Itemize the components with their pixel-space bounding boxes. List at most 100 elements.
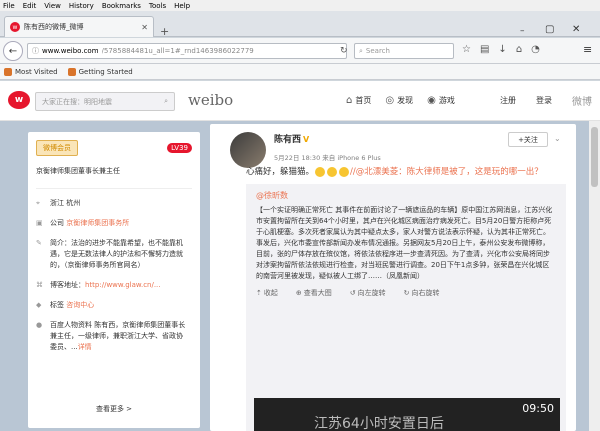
menu-tools[interactable]: Tools [149, 2, 166, 10]
gamepad-icon: ◉ [427, 95, 436, 106]
reload-icon[interactable]: ↻ [340, 46, 348, 56]
collapse-button[interactable]: ⇡ 收起 [256, 288, 278, 298]
weibo-header: w 大家正在搜：明阳地震 ⌕ weibo ⌂ 首页 ◎ 发现 ◉ 游戏 注册 登录 微… [0, 81, 600, 121]
repost-author[interactable]: @徐昕数 [256, 190, 556, 201]
menu-help[interactable]: Help [174, 2, 190, 10]
nav-home[interactable]: ⌂ 首页 [346, 95, 371, 106]
menu-view[interactable]: View [44, 2, 61, 10]
company-row: ▣ 公司 京衡律师集团事务所 [36, 219, 130, 227]
menu-edit[interactable]: Edit [23, 2, 37, 10]
pocket-icon[interactable]: ◔ [531, 44, 540, 55]
menu-history[interactable]: History [69, 2, 94, 10]
level-badge[interactable]: LV39 [167, 143, 192, 153]
rotate-left-button[interactable]: ↺ 向左旋转 [350, 288, 386, 298]
weibo-nav: ⌂ 首页 ◎ 发现 ◉ 游戏 [346, 95, 455, 106]
follow-button[interactable]: +关注 [508, 132, 548, 147]
menu-file[interactable]: File [3, 2, 15, 10]
company-link[interactable]: 京衡律师集团事务所 [66, 219, 129, 227]
blog-link[interactable]: http://www.glaw.cn/... [85, 281, 161, 289]
login-link[interactable]: 登录 [536, 95, 552, 106]
navigation-bar: ← ⓘ www.weibo.com/5785884481u_all=1#_rnd… [0, 38, 600, 64]
grin-emoji-icon [339, 166, 350, 177]
tab-strip: w 陈有西的微博_微博 ✕ + – ▢ ✕ [0, 11, 600, 38]
repost-box: @徐昕数 【一个实证明确正常死亡 其事件在前面讨论了一辆遮运品的车辆】原中国江苏… [246, 184, 566, 431]
link-icon: ⌘ [36, 281, 43, 289]
vip-button[interactable]: 微博会员 [36, 140, 78, 156]
menu-bookmarks[interactable]: Bookmarks [102, 2, 141, 10]
post-timestamp[interactable]: 5月22日 18:30 来自 iPhone 6 Plus [274, 152, 381, 162]
new-tab-icon[interactable]: + [160, 25, 169, 38]
view-large-button[interactable]: ⊕ 查看大图 [296, 288, 332, 298]
post-text: 心痛好，躲猫猫。//@北漂美菱：陈大律师是被了，这是玩的哪一出？ [246, 166, 543, 177]
weibo-right-text: 微博 [572, 97, 592, 108]
briefcase-icon: ▣ [36, 219, 43, 227]
toolbar-icons: ☆ ▤ ↓ ⌂ ◔ [462, 44, 540, 55]
weibo-wordmark: weibo [188, 91, 234, 109]
close-tab-icon[interactable]: ✕ [141, 23, 148, 32]
phone-caption: 江苏64小时安置日后 [314, 416, 444, 431]
search-placeholder: Search [365, 47, 390, 55]
home-icon[interactable]: ⌂ [516, 44, 522, 55]
verification-text: 京衡律师集团董事长兼主任 [36, 166, 192, 189]
intro-row: ✎ 简介：法治的进步不能靠希望，也不能靠机遇，它是无数法律人的护法和不懈努力造就… [36, 239, 183, 269]
maximize-icon[interactable]: ▢ [545, 24, 554, 35]
info-icon[interactable]: ⓘ [32, 46, 39, 56]
browser-menubar: File Edit View History Bookmarks Tools H… [0, 0, 600, 11]
download-icon[interactable]: ↓ [498, 44, 506, 55]
rotate-right-button[interactable]: ↻ 向右旋转 [404, 288, 440, 298]
close-window-icon[interactable]: ✕ [572, 24, 580, 35]
post-image[interactable]: 09:50 江苏64小时安置日后 [254, 398, 560, 431]
bookmark-most-visited[interactable]: Most Visited [4, 67, 58, 76]
verified-v-icon: V [303, 135, 310, 144]
url-host: www.weibo.com [42, 47, 99, 55]
back-button[interactable]: ← [3, 41, 23, 61]
weibo-search-input[interactable]: 大家正在搜：明阳地震 ⌕ [35, 92, 175, 111]
bookmark-icon [4, 67, 12, 76]
weibo-favicon-icon: w [10, 22, 20, 32]
person-icon: ● [36, 321, 43, 329]
rotate-right-icon: ↻ [403, 289, 410, 297]
see-more-link[interactable]: 查看更多 > [28, 404, 200, 414]
browser-tab[interactable]: w 陈有西的微博_微博 ✕ [4, 16, 154, 37]
grin-emoji-icon [327, 166, 338, 177]
rotate-left-icon: ↺ [349, 289, 356, 297]
page-scrollbar[interactable] [589, 121, 600, 431]
search-icon: ⌕ [359, 46, 363, 55]
minimize-icon[interactable]: – [520, 26, 525, 36]
firefox-icon [67, 67, 76, 76]
tab-title: 陈有西的微博_微博 [24, 23, 84, 31]
post-author[interactable]: 陈有西 V [274, 132, 309, 145]
url-bar[interactable]: ⓘ www.weibo.com/5785884481u_all=1#_rnd14… [27, 43, 347, 59]
repost-text: 【一个实证明确正常死亡 其事件在前面讨论了一辆遮运品的车辆】原中国江苏网消息，江… [256, 206, 553, 280]
tag-icon: ◆ [36, 301, 42, 309]
nav-discover[interactable]: ◎ 发现 [385, 95, 413, 106]
hamburger-menu-icon[interactable]: ≡ [583, 43, 592, 56]
details-link[interactable]: 详情 [78, 343, 92, 351]
library-icon[interactable]: ▤ [480, 44, 489, 55]
url-path: /5785884481u_all=1#_rnd1463986022779 [101, 47, 254, 55]
tag-row: ◆ 标签 咨询中心 [36, 301, 95, 309]
register-link[interactable]: 注册 [500, 95, 516, 106]
weibo-search-placeholder: 大家正在搜：明阳地震 [42, 97, 112, 106]
location-pin-icon: ⌖ [36, 199, 40, 207]
blog-row: ⌘ 博客地址：http://www.glaw.cn/... [36, 281, 161, 289]
phone-clock: 09:50 [522, 402, 554, 415]
search-icon[interactable]: ⌕ [164, 97, 168, 106]
home-icon: ⌂ [346, 95, 353, 106]
browser-search-input[interactable]: ⌕ Search [354, 43, 454, 59]
star-icon[interactable]: ☆ [462, 44, 471, 55]
bookmark-getting-started[interactable]: Getting Started [67, 67, 133, 76]
avatar[interactable] [230, 132, 266, 168]
scrollbar-thumb[interactable] [591, 127, 598, 187]
location-row: ⌖ 浙江 杭州 [36, 199, 81, 207]
mention-link[interactable]: //@北漂美菱：陈大律师是被了，这是玩的哪一出？ [350, 167, 543, 177]
weibo-post: 陈有西 V +关注 ⌄ 5月22日 18:30 来自 iPhone 6 Plus … [210, 124, 576, 431]
image-actions: ⇡ 收起 ⊕ 查看大图 ↺ 向左旋转 ↻ 向右旋转 [256, 288, 556, 298]
chevron-down-icon[interactable]: ⌄ [554, 134, 561, 143]
nav-games[interactable]: ◉ 游戏 [427, 95, 455, 106]
compass-icon: ◎ [385, 95, 395, 106]
tag-link[interactable]: 咨询中心 [66, 301, 94, 309]
weibo-logo-icon[interactable]: w [8, 91, 30, 109]
intro-icon: ✎ [36, 239, 42, 247]
baike-row: ● 百度人物资料 陈有西，京衡律师集团董事长兼主任，一级律师，兼职浙江大学、省政… [36, 321, 186, 351]
